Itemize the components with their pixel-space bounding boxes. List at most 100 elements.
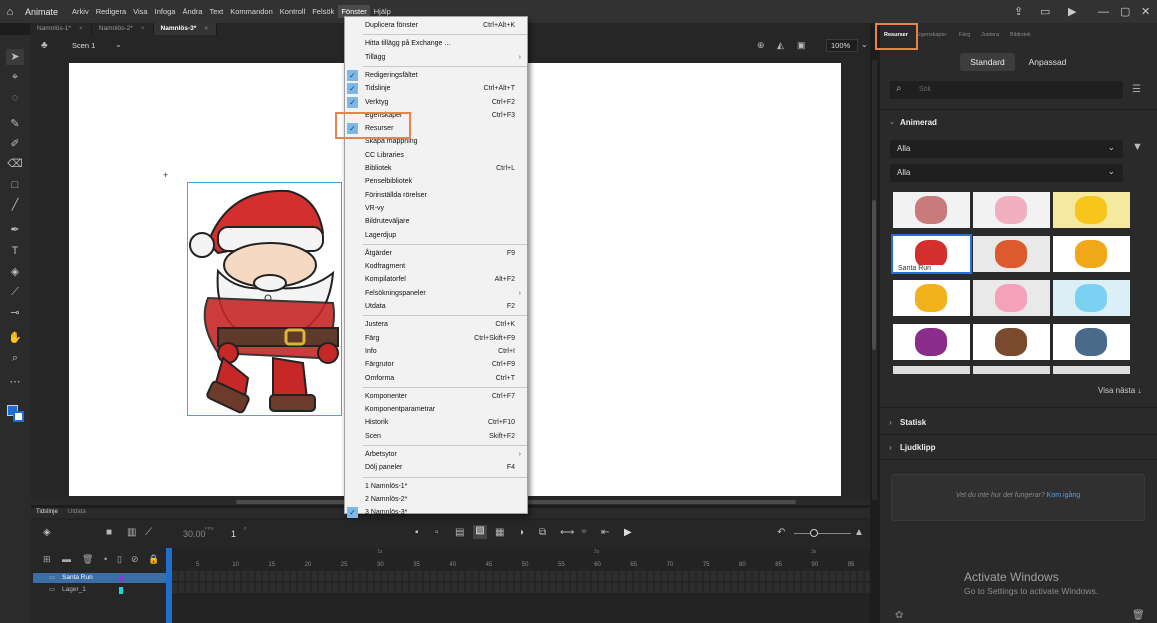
add-layer-icon[interactable]: ⊞ [43, 554, 51, 565]
frame-row-santa[interactable] [172, 571, 870, 581]
doc-tab-3[interactable]: Namnlös-3* × [153, 23, 218, 35]
menu-item[interactable]: ✓ Verktyg Ctrl+F2 [345, 96, 527, 109]
tab-output[interactable]: Utdata [68, 509, 86, 515]
menu-1[interactable]: Redigera [93, 5, 129, 18]
line-tool-icon[interactable]: ╱ [6, 197, 24, 213]
menu-7[interactable]: Kontroll [277, 5, 308, 18]
santa-symbol-instance[interactable] [187, 182, 342, 416]
panel-tab-1[interactable]: Egenskaper [917, 32, 946, 38]
close-tab-icon[interactable]: × [141, 25, 145, 32]
zoom-tool-icon[interactable]: ⌕ [6, 350, 24, 366]
menu-item[interactable]: Förinställda rörelser [345, 189, 527, 202]
menu-item[interactable]: Komponentparametrar [345, 403, 527, 416]
segment-standard[interactable]: Standard [960, 53, 1015, 71]
chevron-down-icon[interactable]: ⌄ [889, 118, 895, 126]
segment-custom[interactable]: Anpassad [1020, 53, 1075, 71]
menu-item[interactable]: Kompilatorfel Alt+F2 [345, 273, 527, 286]
go-first-frame-icon[interactable]: ⇤ [601, 527, 609, 538]
close-tab-icon[interactable]: × [204, 25, 208, 32]
menu-5[interactable]: Text [206, 5, 226, 18]
onion-skin-icon[interactable]: ▧ [473, 525, 487, 539]
asset-thumbnail[interactable] [1053, 280, 1130, 316]
menu-item[interactable]: Penselbibliotek [345, 175, 527, 188]
loop-icon[interactable]: ⟷ [560, 527, 574, 538]
menu-item[interactable]: Omforma Ctrl+T [345, 372, 527, 385]
zoom-field[interactable]: 100% [826, 39, 858, 52]
edit-multiple-icon[interactable]: ▦ [495, 527, 504, 538]
blank-keyframe-icon[interactable]: ▫ [435, 527, 439, 538]
chevron-right-icon[interactable]: › [889, 418, 892, 427]
menu-item[interactable]: Tillägg › [345, 51, 527, 64]
section-animated[interactable]: Animerad [900, 118, 937, 127]
selection-tool-icon[interactable]: ➤ [6, 49, 24, 65]
asset-thumbnail[interactable] [893, 324, 970, 360]
delete-icon[interactable]: 🗑 [1132, 610, 1145, 621]
paint-bucket-icon[interactable]: ◈ [6, 264, 24, 280]
search-input[interactable]: ⌕ Sök [890, 81, 1123, 99]
panel-tab-2[interactable]: Färg [959, 32, 970, 38]
section-static[interactable]: Statisk [900, 418, 926, 427]
pin-tool-icon[interactable]: ⊸ [6, 305, 24, 321]
bottom-left-icon[interactable]: ✿ [895, 610, 903, 621]
asset-thumbnail[interactable] [973, 324, 1050, 360]
menu-0[interactable]: Arkiv [69, 5, 92, 18]
menu-item[interactable]: Bibliotek Ctrl+L [345, 162, 527, 175]
menu-item[interactable]: CC Libraries [345, 149, 527, 162]
show-next-link[interactable]: Visa nästa ↓ [1098, 386, 1141, 395]
menu-item[interactable]: Hitta tillägg på Exchange ... [345, 37, 527, 50]
close-tab-icon[interactable]: × [79, 25, 83, 32]
menu-6[interactable]: Kommandon [227, 5, 276, 18]
menu-item[interactable]: 2 Namnlös-2* [345, 493, 527, 506]
menu-item[interactable]: Historik Ctrl+F10 [345, 416, 527, 429]
hand-tool-icon[interactable]: ✋ [6, 330, 24, 346]
play-timeline-icon[interactable]: ▶ [624, 527, 632, 538]
menu-item[interactable]: Utdata F2 [345, 300, 527, 313]
menu-item[interactable]: ✓ 3 Namnlös-3* [345, 506, 527, 519]
share-icon[interactable]: ⇪ [1014, 0, 1023, 23]
paint-brush-icon[interactable]: ✐ [6, 136, 24, 152]
panel-tab-0[interactable]: Resurser [884, 32, 908, 38]
menu-item[interactable]: Kodfragment [345, 260, 527, 273]
menu-item[interactable]: Arbetsytor › [345, 448, 527, 461]
menu-item[interactable]: Färg Ctrl+Skift+F9 [345, 332, 527, 345]
layer-depth-icon[interactable]: ▥ [127, 527, 136, 538]
menu-item[interactable]: Bildruteväljare [345, 215, 527, 228]
highlight-icon[interactable]: • [104, 554, 107, 564]
trash-icon[interactable]: 🗑 [82, 554, 93, 565]
eyedropper-icon[interactable]: ⟋ [6, 284, 24, 300]
undo-icon[interactable]: ↶ [777, 527, 785, 538]
filter-icon[interactable]: ▼ [1132, 141, 1143, 153]
asset-thumbnail[interactable] [893, 192, 970, 228]
panel-tab-4[interactable]: Bibliotek [1010, 32, 1031, 38]
clip-icon[interactable]: ◭ [777, 40, 784, 51]
close-icon[interactable]: ✕ [1141, 0, 1150, 23]
chevron-down-icon[interactable]: ⌄ [115, 40, 122, 49]
menu-3[interactable]: Infoga [152, 5, 179, 18]
insert-keyframe-icon[interactable]: ▪ [415, 527, 419, 538]
menu-item[interactable]: Info Ctrl+I [345, 345, 527, 358]
eraser-tool-icon[interactable]: ⌫ [6, 156, 24, 172]
zoom-slider[interactable] [794, 533, 851, 534]
filter-dropdown-1[interactable]: Alla ⌄ [890, 140, 1123, 158]
maximize-icon[interactable]: ▢ [1120, 0, 1130, 23]
menu-item[interactable]: Komponenter Ctrl+F7 [345, 390, 527, 403]
menu-4[interactable]: Ändra [179, 5, 205, 18]
home-icon[interactable]: ⌂ [0, 0, 20, 23]
menu-item[interactable]: Scen Skift+F2 [345, 430, 527, 443]
camera-icon[interactable]: ■ [106, 527, 112, 538]
asset-thumbnail[interactable] [893, 280, 970, 316]
doc-tab-2[interactable]: Namnlös-2* × [92, 23, 154, 35]
menu-item[interactable]: ✓ Redigeringsfältet [345, 69, 527, 82]
menu-item[interactable]: Justera Ctrl+K [345, 318, 527, 331]
section-sound[interactable]: Ljudklipp [900, 443, 936, 452]
menu-item[interactable]: VR-vy [345, 202, 527, 215]
asset-thumbnail[interactable] [973, 236, 1050, 272]
visibility-icon[interactable]: ⊘ [131, 554, 139, 565]
get-started-link[interactable]: Kom igång [1047, 492, 1080, 499]
asset-thumbnail[interactable] [973, 280, 1050, 316]
frame-row-layer1[interactable] [172, 583, 870, 593]
asset-thumbnail[interactable] [1053, 324, 1130, 360]
doc-tab-1[interactable]: Namnlös-1* × [30, 23, 92, 35]
pen-tool-icon[interactable]: ✒ [6, 222, 24, 238]
asset-thumbnail[interactable] [1053, 236, 1130, 272]
